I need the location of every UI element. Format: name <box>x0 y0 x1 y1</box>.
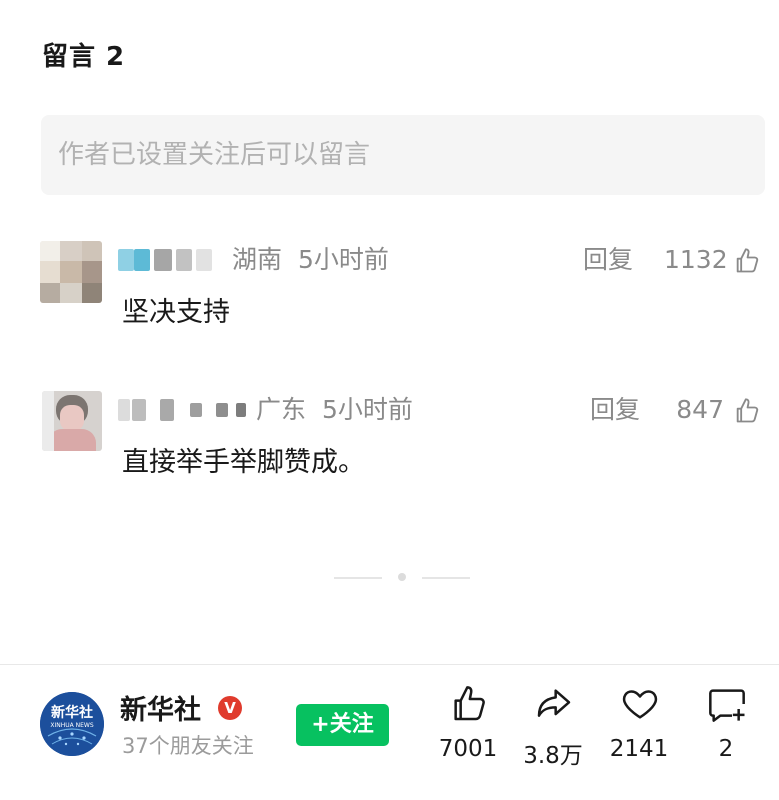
reply-button[interactable]: 回复 <box>590 393 640 427</box>
share-count: 3.8万 <box>523 743 583 769</box>
thumb-up-icon[interactable] <box>733 247 761 275</box>
comment-like-count: 847 <box>676 395 724 424</box>
logo-subtext: XINHUA NEWS <box>50 722 93 729</box>
heart-icon <box>622 690 658 719</box>
account-logo[interactable]: 新华社 XINHUA NEWS <box>40 692 104 756</box>
commenter-avatar[interactable] <box>42 391 102 451</box>
comment-time: 5小时前 <box>321 395 413 424</box>
verified-icon: V <box>218 696 242 720</box>
favorite-action[interactable]: 2141 <box>591 684 687 784</box>
commenter-avatar[interactable] <box>40 241 102 303</box>
share-action[interactable]: 3.8万 <box>505 684 601 784</box>
logo-text: 新华社 <box>51 704 93 721</box>
comment-add-icon <box>709 689 745 722</box>
reply-button[interactable]: 回复 <box>583 243 633 277</box>
comment-location: 湖南 <box>232 245 283 274</box>
like-action[interactable]: 7001 <box>420 684 516 784</box>
comment-input[interactable]: 作者已设置关注后可以留言 <box>41 115 765 195</box>
comment-item: 广东 5小时前 回复 847 直接举手举脚赞成。 <box>0 391 779 501</box>
favorite-count: 2141 <box>609 736 669 762</box>
comments-title: 留言 2 <box>42 42 126 72</box>
comment-meta: 湖南 5小时前 <box>232 243 389 277</box>
comment-text: 直接举手举脚赞成。 <box>122 447 365 478</box>
comment-count: 2 <box>718 736 734 762</box>
end-divider-right <box>422 577 470 579</box>
friends-following: 37个朋友关注 <box>122 734 254 758</box>
like-count: 7001 <box>438 736 498 762</box>
comment-like-count: 1132 <box>664 245 728 274</box>
share-icon <box>537 689 571 717</box>
comment-location: 广东 <box>256 395 307 424</box>
logo-graphic: 新华社 XINHUA NEWS <box>40 692 104 756</box>
end-dot <box>398 573 406 581</box>
comment-action[interactable]: 2 <box>678 684 774 784</box>
bottom-bar-divider <box>0 664 779 665</box>
commenter-name-blurred[interactable] <box>118 399 248 421</box>
comment-meta: 广东 5小时前 <box>256 393 413 427</box>
end-divider-left <box>334 577 382 579</box>
thumb-up-icon[interactable] <box>733 397 761 425</box>
account-name[interactable]: 新华社 <box>120 688 201 727</box>
thumb-up-icon <box>454 686 485 721</box>
commenter-name-blurred[interactable] <box>118 249 228 271</box>
comment-item: 湖南 5小时前 回复 1132 坚决支持 <box>0 241 779 351</box>
comment-time: 5小时前 <box>297 245 389 274</box>
comment-text: 坚决支持 <box>122 297 230 328</box>
follow-button[interactable]: +关注 <box>296 704 389 746</box>
